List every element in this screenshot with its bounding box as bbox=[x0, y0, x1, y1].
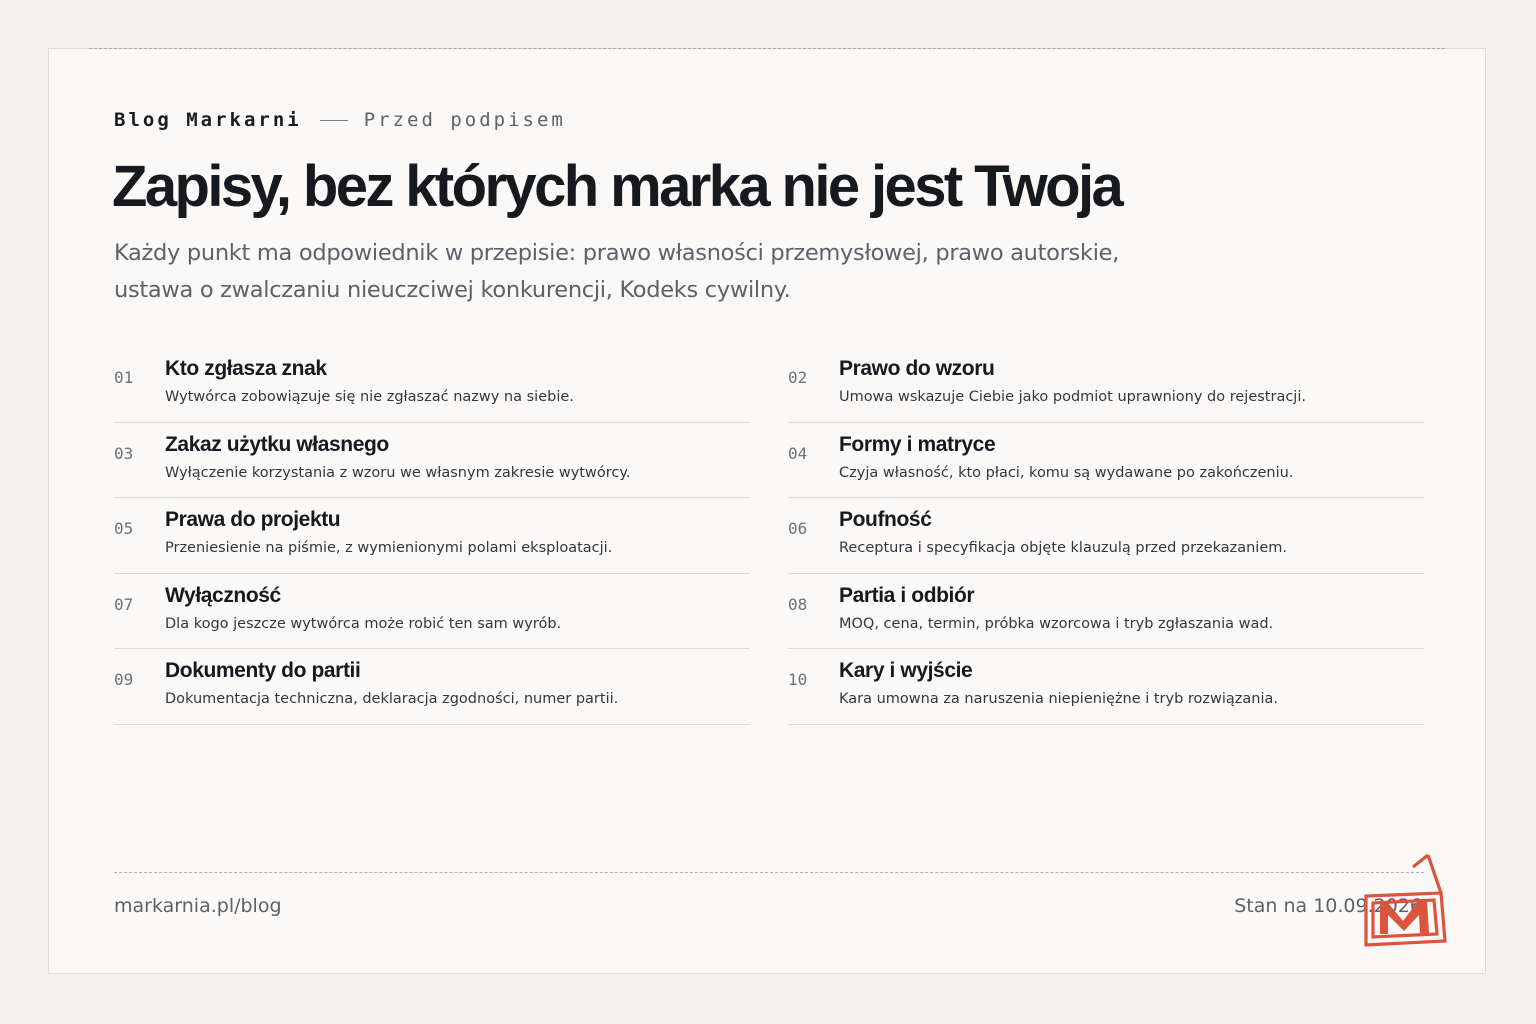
item-description: Receptura i specyfikacja objęte klauzulą… bbox=[839, 540, 1287, 556]
blog-link[interactable]: markarnia.pl/blog bbox=[114, 895, 282, 917]
item-title: Poufność bbox=[839, 508, 932, 531]
list-item: 10 Kary i wyjście Kara umowna za narusze… bbox=[788, 649, 1424, 725]
footer-divider bbox=[114, 872, 1424, 873]
list-item: 07 Wyłączność Dla kogo jeszcze wytwórca … bbox=[114, 574, 750, 649]
item-number: 07 bbox=[114, 594, 134, 614]
item-title: Formy i matryce bbox=[839, 432, 996, 456]
item-number: 08 bbox=[788, 594, 808, 614]
item-title: Dokumenty do partii bbox=[165, 659, 361, 682]
list-item: 05 Prawa do projektu Przeniesienie na pi… bbox=[114, 498, 750, 574]
item-description: Przeniesienie na piśmie, z wymienionymi … bbox=[165, 540, 613, 556]
item-number: 01 bbox=[114, 368, 134, 387]
section-label: Przed podpisem bbox=[363, 109, 566, 131]
kicker: Blog Markarni Przed podpisem bbox=[114, 109, 566, 131]
clause-list: 01 Kto zgłasza znak Wytwórca zobowiązuje… bbox=[114, 347, 1424, 725]
blog-brand: Blog Markarni bbox=[114, 109, 302, 131]
item-number: 06 bbox=[788, 519, 808, 538]
item-description: Czyja własność, kto płaci, komu są wydaw… bbox=[839, 464, 1294, 481]
list-item: 08 Partia i odbiór MOQ, cena, termin, pr… bbox=[788, 574, 1424, 649]
item-number: 04 bbox=[788, 443, 808, 463]
item-number: 02 bbox=[788, 368, 808, 387]
list-item: 04 Formy i matryce Czyja własność, kto p… bbox=[788, 423, 1424, 498]
item-number: 10 bbox=[788, 670, 808, 689]
item-description: Wytwórca zobowiązuje się nie zgłaszać na… bbox=[165, 389, 574, 405]
item-description: Dokumentacja techniczna, deklaracja zgod… bbox=[165, 691, 619, 707]
list-item: 09 Dokumenty do partii Dokumentacja tech… bbox=[114, 649, 750, 725]
item-description: Kara umowna za naruszenia niepieniężne i… bbox=[839, 691, 1279, 707]
markarnia-m-logo-icon bbox=[1364, 853, 1447, 947]
item-number: 09 bbox=[114, 670, 134, 689]
list-item: 03 Zakaz użytku własnego Wyłączenie korz… bbox=[114, 423, 750, 498]
item-description: MOQ, cena, termin, próbka wzorcowa i try… bbox=[839, 615, 1274, 632]
item-title: Zakaz użytku własnego bbox=[165, 432, 389, 456]
item-number: 03 bbox=[114, 443, 134, 463]
item-title: Prawa do projektu bbox=[165, 508, 341, 531]
list-item: 01 Kto zgłasza znak Wytwórca zobowiązuje… bbox=[114, 347, 750, 423]
page-title: Zapisy, bez których marka nie jest Twoja bbox=[112, 154, 1124, 219]
document-card: Blog Markarni Przed podpisem Zapisy, bez… bbox=[48, 48, 1486, 974]
top-divider bbox=[89, 48, 1445, 49]
item-title: Partia i odbiór bbox=[839, 583, 975, 607]
item-title: Kary i wyjście bbox=[839, 659, 973, 682]
item-description: Umowa wskazuje Ciebie jako podmiot upraw… bbox=[839, 389, 1306, 405]
list-item: 06 Poufność Receptura i specyfikacja obj… bbox=[788, 498, 1424, 574]
kicker-separator bbox=[319, 119, 348, 121]
lead-paragraph: Każdy punkt ma odpowiednik w przepisie: … bbox=[114, 240, 1120, 303]
item-title: Wyłączność bbox=[165, 583, 281, 607]
list-item: 02 Prawo do wzoru Umowa wskazuje Ciebie … bbox=[788, 347, 1424, 423]
item-description: Dla kogo jeszcze wytwórca może robić ten… bbox=[165, 615, 562, 632]
item-title: Prawo do wzoru bbox=[839, 357, 995, 380]
item-number: 05 bbox=[114, 519, 134, 538]
item-title: Kto zgłasza znak bbox=[165, 357, 327, 380]
item-description: Wyłączenie korzystania z wzoru we własny… bbox=[165, 464, 631, 481]
